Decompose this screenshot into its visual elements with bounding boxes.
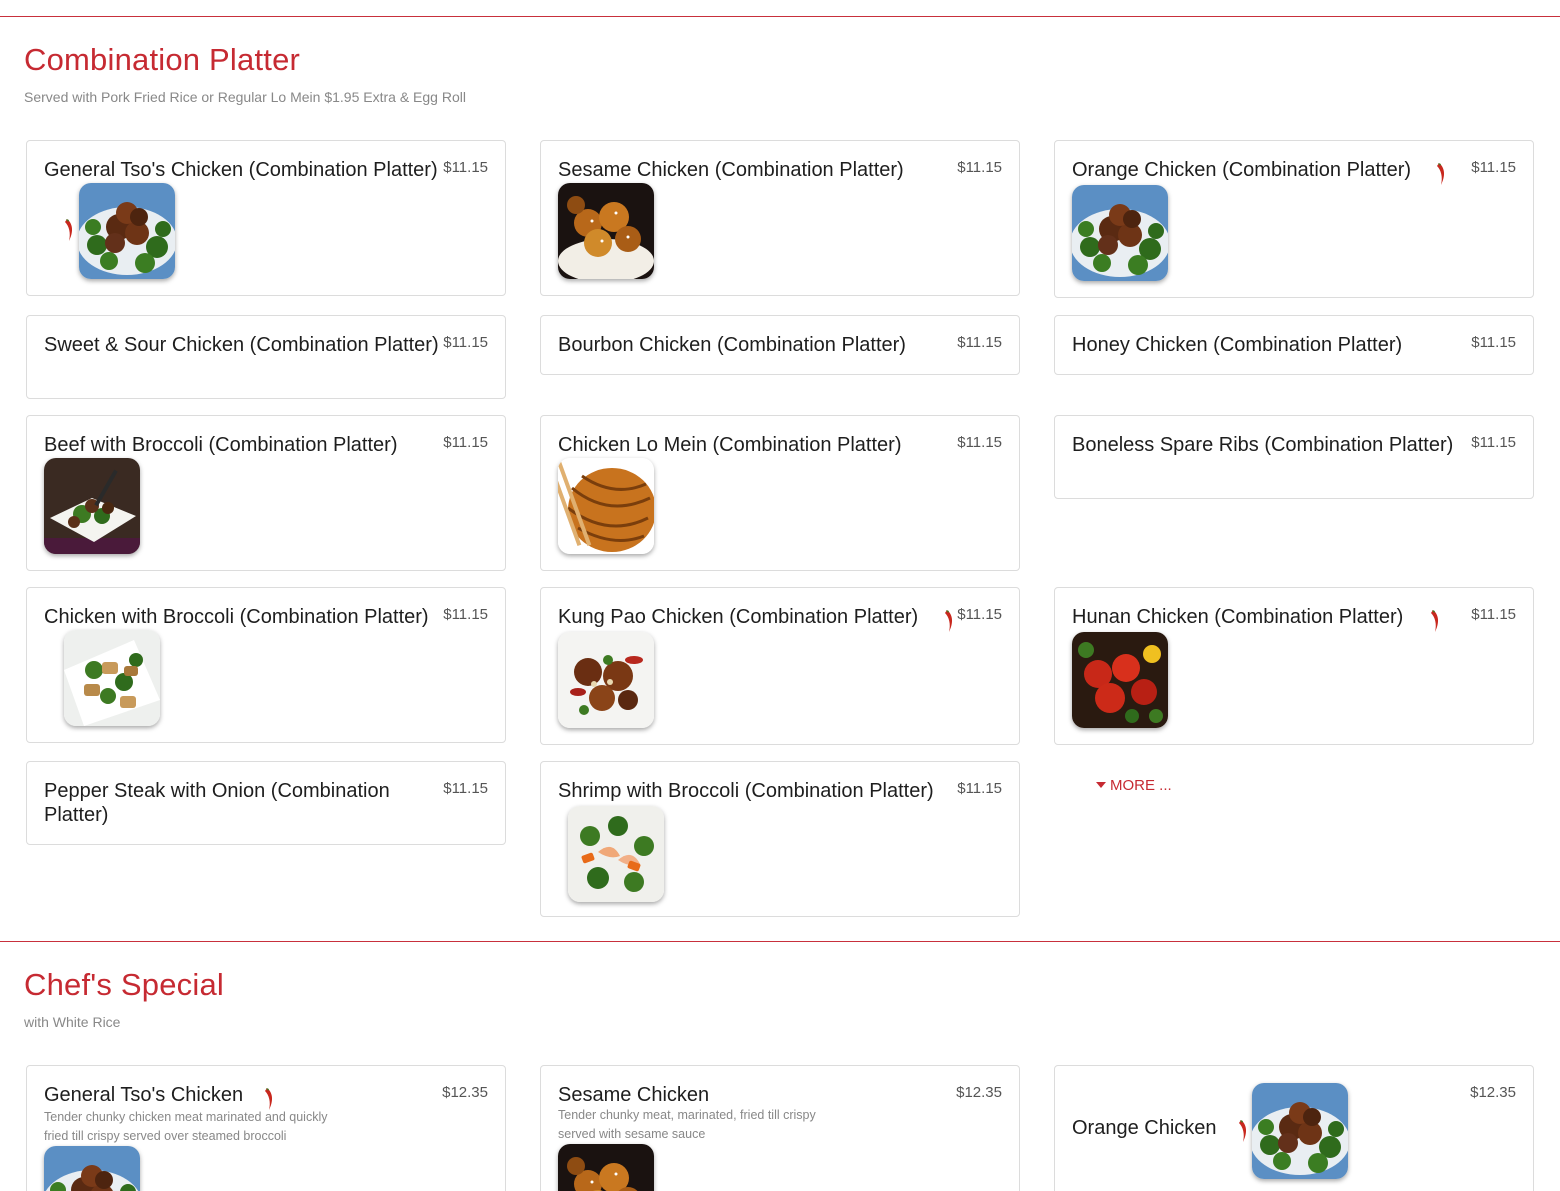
menu-item-card[interactable]: Pepper Steak with Onion (Combination Pla… bbox=[26, 761, 506, 845]
menu-item-name: General Tso's Chicken (Combination Platt… bbox=[44, 159, 438, 181]
section-divider-top bbox=[0, 16, 1560, 17]
menu-item-price: $11.15 bbox=[957, 334, 1002, 351]
menu-item-name: Shrimp with Broccoli (Combination Platte… bbox=[558, 780, 934, 802]
menu-item-name: Chicken with Broccoli (Combination Platt… bbox=[44, 606, 429, 628]
caret-down-icon bbox=[1096, 782, 1106, 788]
menu-item-price: $11.15 bbox=[957, 780, 1002, 797]
menu-item-price: $11.15 bbox=[443, 434, 488, 451]
shrimp-broccoli-image[interactable] bbox=[568, 806, 664, 902]
menu-item-card[interactable]: Beef with Broccoli (Combination Platter)… bbox=[26, 415, 506, 571]
menu-item-card[interactable]: Sweet & Sour Chicken (Combination Platte… bbox=[26, 315, 506, 399]
more-label: MORE ... bbox=[1110, 777, 1172, 794]
menu-item-price: $11.15 bbox=[1471, 434, 1516, 451]
chicken-broccoli-image[interactable] bbox=[64, 630, 160, 726]
menu-item-price: $11.15 bbox=[957, 606, 1002, 623]
menu-item-name: Orange Chicken bbox=[1072, 1117, 1217, 1139]
menu-item-card[interactable]: Boneless Spare Ribs (Combination Platter… bbox=[1054, 415, 1534, 499]
chicken-broccoli-plate-image[interactable] bbox=[1252, 1083, 1348, 1179]
section-title-chefs-special: Chef's Special bbox=[24, 967, 224, 1002]
menu-item-price: $11.15 bbox=[1471, 159, 1516, 176]
menu-item-name: Sesame Chicken (Combination Platter) bbox=[558, 159, 904, 181]
menu-item-price: $11.15 bbox=[443, 334, 488, 351]
menu-item-name: Bourbon Chicken (Combination Platter) bbox=[558, 334, 906, 356]
more-items-link[interactable]: MORE ... bbox=[1096, 777, 1172, 794]
menu-item-card[interactable]: Chicken Lo Mein (Combination Platter) $1… bbox=[540, 415, 1020, 571]
menu-item-name: Pepper Steak with Onion (Combination Pla… bbox=[44, 780, 390, 826]
chicken-broccoli-plate-image[interactable] bbox=[1072, 185, 1168, 281]
menu-item-card[interactable]: General Tso's Chicken (Combination Platt… bbox=[26, 140, 506, 296]
section-subtitle-combination-platter: Served with Pork Fried Rice or Regular L… bbox=[24, 89, 466, 105]
menu-item-card[interactable]: General Tso's Chicken $12.35 Tender chun… bbox=[26, 1065, 506, 1191]
section-divider bbox=[0, 941, 1560, 942]
menu-item-name: Honey Chicken (Combination Platter) bbox=[1072, 334, 1403, 356]
menu-item-description: Tender chunky chicken meat marinated and… bbox=[44, 1110, 328, 1143]
menu-item-name: Orange Chicken (Combination Platter) bbox=[1072, 159, 1412, 181]
sesame-chicken-image[interactable] bbox=[558, 183, 654, 279]
menu-item-price: $11.15 bbox=[443, 780, 488, 797]
sesame-chicken-image[interactable] bbox=[558, 1144, 654, 1191]
menu-item-name: Hunan Chicken (Combination Platter) bbox=[1072, 606, 1404, 628]
section-subtitle-chefs-special: with White Rice bbox=[24, 1014, 121, 1030]
menu-item-description: Tender chunky meat, marinated, fried til… bbox=[558, 1108, 816, 1141]
menu-item-card[interactable]: Hunan Chicken (Combination Platter) $11.… bbox=[1054, 587, 1534, 745]
menu-item-card[interactable]: Honey Chicken (Combination Platter) $11.… bbox=[1054, 315, 1534, 375]
menu-item-price: $11.15 bbox=[1471, 606, 1516, 623]
beef-broccoli-image[interactable] bbox=[44, 458, 140, 554]
menu-item-price: $11.15 bbox=[1471, 334, 1516, 351]
spicy-pepper-icon bbox=[943, 610, 955, 632]
menu-item-name: Boneless Spare Ribs (Combination Platter… bbox=[1072, 434, 1454, 456]
menu-item-card[interactable]: Sesame Chicken (Combination Platter) $11… bbox=[540, 140, 1020, 296]
menu-item-price: $12.35 bbox=[1470, 1084, 1516, 1101]
menu-item-card[interactable]: Bourbon Chicken (Combination Platter) $1… bbox=[540, 315, 1020, 375]
menu-item-name: Chicken Lo Mein (Combination Platter) bbox=[558, 434, 902, 456]
menu-item-price: $12.35 bbox=[956, 1084, 1002, 1101]
spicy-pepper-icon bbox=[263, 1088, 275, 1110]
menu-item-price: $12.35 bbox=[442, 1084, 488, 1101]
menu-item-price: $11.15 bbox=[443, 606, 488, 623]
menu-item-name: General Tso's Chicken bbox=[44, 1084, 244, 1106]
menu-item-name: Kung Pao Chicken (Combination Platter) bbox=[558, 606, 919, 628]
kung-pao-image[interactable] bbox=[558, 632, 654, 728]
spicy-pepper-icon bbox=[63, 219, 75, 241]
menu-item-card[interactable]: Shrimp with Broccoli (Combination Platte… bbox=[540, 761, 1020, 917]
menu-item-card[interactable]: Kung Pao Chicken (Combination Platter) $… bbox=[540, 587, 1020, 745]
menu-item-card[interactable]: Sesame Chicken $12.35 Tender chunky meat… bbox=[540, 1065, 1020, 1191]
menu-item-name: Beef with Broccoli (Combination Platter) bbox=[44, 434, 398, 456]
chicken-broccoli-plate-image[interactable] bbox=[79, 183, 175, 279]
spicy-pepper-icon bbox=[1429, 610, 1441, 632]
hunan-chicken-image[interactable] bbox=[1072, 632, 1168, 728]
section-title-combination-platter: Combination Platter bbox=[24, 42, 301, 77]
menu-item-price: $11.15 bbox=[443, 159, 488, 176]
menu-item-name: Sesame Chicken bbox=[558, 1084, 710, 1106]
menu-item-card[interactable]: Chicken with Broccoli (Combination Platt… bbox=[26, 587, 506, 743]
spicy-pepper-icon bbox=[1237, 1120, 1249, 1142]
menu-item-card[interactable]: Orange Chicken $12.35 bbox=[1054, 1065, 1534, 1191]
spicy-pepper-icon bbox=[1435, 163, 1447, 185]
chicken-broccoli-plate-image[interactable] bbox=[44, 1146, 140, 1191]
lo-mein-image[interactable] bbox=[558, 458, 654, 554]
menu-item-card[interactable]: Orange Chicken (Combination Platter) $11… bbox=[1054, 140, 1534, 298]
menu-item-price: $11.15 bbox=[957, 434, 1002, 451]
menu-item-name: Sweet & Sour Chicken (Combination Platte… bbox=[44, 334, 439, 356]
menu-item-price: $11.15 bbox=[957, 159, 1002, 176]
